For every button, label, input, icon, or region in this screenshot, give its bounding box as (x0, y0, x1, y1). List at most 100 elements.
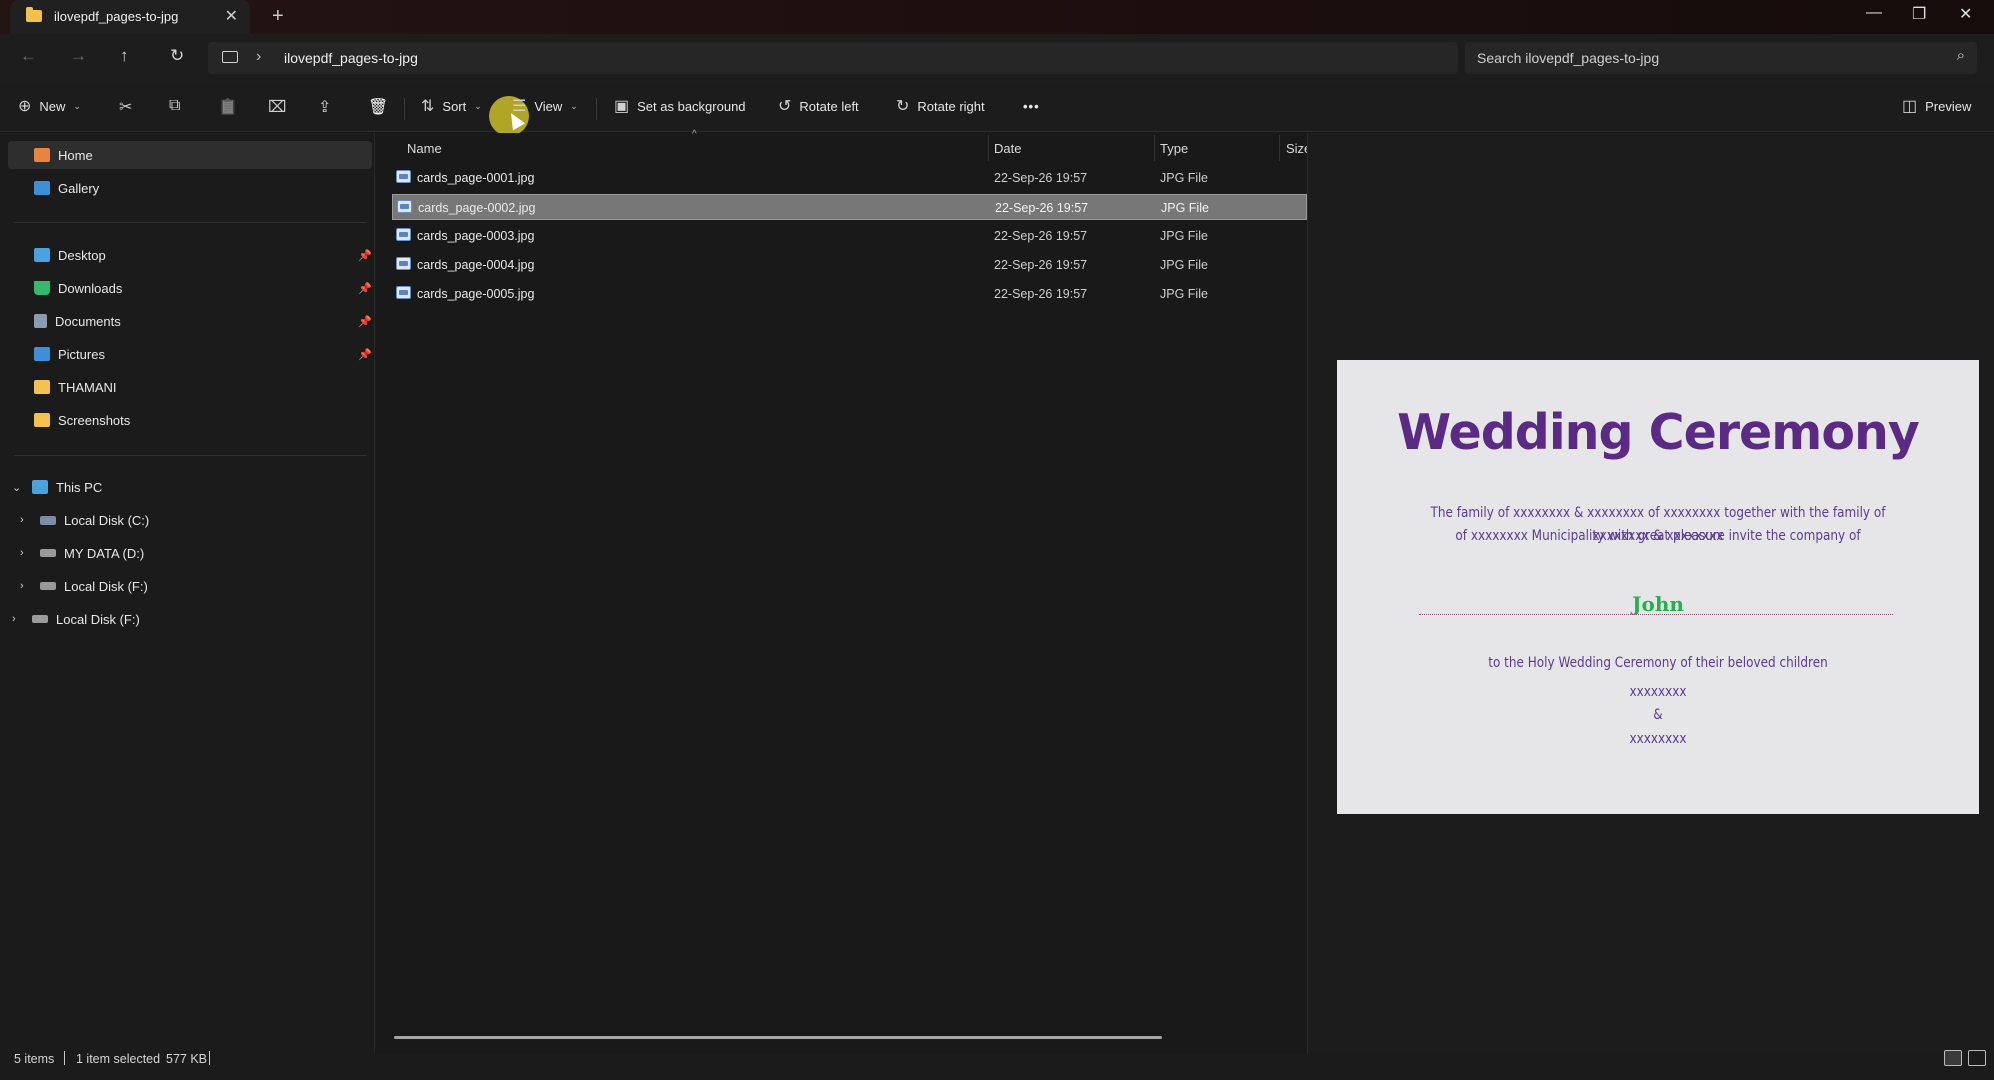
status-divider (64, 1051, 65, 1065)
file-type: JPG File (1160, 229, 1208, 243)
tab-close-icon[interactable]: ✕ (225, 6, 238, 26)
file-row[interactable]: cards_page-0001.jpg 22-Sep-26 19:57 JPG … (392, 165, 1307, 191)
column-header-type[interactable]: Type (1160, 141, 1188, 156)
sidebar-item-label: Local Disk (F:) (64, 578, 148, 594)
column-divider[interactable] (988, 135, 989, 161)
status-divider (209, 1051, 210, 1065)
toolbar-divider (596, 98, 597, 120)
copy-icon[interactable]: ⧉ (169, 97, 180, 115)
drive-icon (40, 582, 56, 590)
sort-button[interactable]: ⇅ Sort ⌄ (421, 96, 482, 116)
new-icon: ⊕ (18, 98, 32, 115)
view-label: View (534, 98, 563, 114)
rotate-left-button[interactable]: ↺ Rotate left (778, 96, 859, 116)
chevron-right-icon[interactable]: › (20, 547, 32, 559)
rotate-left-icon: ↺ (778, 98, 792, 115)
chevron-right-icon[interactable]: › (20, 580, 32, 592)
delete-icon[interactable]: 🗑 (368, 97, 388, 117)
pin-icon[interactable]: 📌 (358, 315, 372, 328)
refresh-icon[interactable]: ↻ (170, 46, 184, 66)
search-icon[interactable]: ⌕ (1957, 47, 1965, 64)
status-bar (0, 1053, 1994, 1080)
close-window-button[interactable]: ✕ (1959, 4, 1972, 24)
preview-button[interactable]: ◫ Preview (1902, 96, 1971, 116)
back-icon[interactable]: ← (20, 46, 37, 66)
paste-icon[interactable]: 📋 (218, 97, 238, 117)
file-row-selected[interactable]: cards_page-0002.jpg 22-Sep-26 19:57 JPG … (392, 194, 1307, 220)
sidebar-item-this-pc[interactable]: ⌄ This PC (12, 473, 102, 501)
file-name: cards_page-0003.jpg (417, 229, 535, 243)
file-row[interactable]: cards_page-0004.jpg 22-Sep-26 19:57 JPG … (392, 252, 1307, 278)
rotate-right-button[interactable]: ↻ Rotate right (896, 96, 985, 116)
preview-text-line: xxxxxxxx (1629, 731, 1687, 747)
command-bar (0, 82, 1994, 132)
new-tab-button[interactable]: + (272, 5, 284, 28)
item-count: 5 items (14, 1052, 55, 1066)
selection-size: 577 KB (166, 1052, 208, 1066)
chevron-right-icon[interactable]: › (20, 514, 32, 526)
selection-count: 1 item selected (76, 1052, 161, 1066)
pin-icon[interactable]: 📌 (358, 282, 372, 295)
sidebar-item-local-disk-c[interactable]: › Local Disk (C:) (20, 506, 149, 534)
sidebar-item-local-disk-f[interactable]: › Local Disk (F:) (20, 572, 148, 600)
sidebar-item-downloads[interactable]: Downloads (34, 274, 122, 302)
tiles-view-icon[interactable] (1968, 1050, 1986, 1066)
sidebar-item-desktop[interactable]: Desktop (34, 241, 106, 269)
maximize-button[interactable]: ❐ (1912, 4, 1926, 24)
sidebar-item-label: Home (58, 147, 93, 163)
chevron-right-icon[interactable]: › (256, 48, 261, 66)
breadcrumb-folder[interactable]: ilovepdf_pages-to-jpg (284, 50, 418, 66)
column-divider[interactable] (1279, 135, 1280, 161)
sidebar-item-local-disk-f-removable[interactable]: › Local Disk (F:) (12, 605, 140, 633)
details-view-icon[interactable] (1944, 1050, 1962, 1066)
search-box[interactable]: ⌕ (1465, 42, 1977, 74)
forward-icon[interactable]: → (70, 46, 87, 66)
download-icon (34, 281, 50, 295)
file-type: JPG File (1160, 171, 1208, 185)
sidebar-item-label: Downloads (58, 280, 123, 296)
search-input[interactable] (1477, 48, 1937, 68)
sidebar-item-label: THAMANI (58, 379, 117, 395)
minimize-button[interactable]: — (1866, 4, 1882, 22)
chevron-right-icon[interactable]: › (12, 613, 24, 625)
new-button[interactable]: ⊕ New ⌄ (18, 96, 81, 116)
rename-icon[interactable]: ⌧ (268, 97, 286, 117)
file-row[interactable]: cards_page-0003.jpg 22-Sep-26 19:57 JPG … (392, 223, 1307, 249)
file-row[interactable]: cards_page-0005.jpg 22-Sep-26 19:57 JPG … (392, 281, 1307, 307)
sidebar-item-gallery[interactable]: Gallery (34, 174, 99, 202)
new-label: New (39, 98, 66, 114)
column-header-name[interactable]: Name (407, 141, 442, 156)
file-date: 22-Sep-26 19:57 (994, 229, 1088, 243)
address-bar[interactable]: › ilovepdf_pages-to-jpg (208, 42, 1458, 74)
sidebar-item-thamani[interactable]: THAMANI (34, 373, 117, 401)
file-type: JPG File (1160, 287, 1208, 301)
sidebar-item-label: Gallery (58, 180, 100, 196)
file-type: JPG File (1161, 201, 1209, 215)
up-icon[interactable]: ↑ (120, 46, 129, 66)
browser-tab[interactable]: ilovepdf_pages-to-jpg ✕ (10, 0, 250, 34)
preview-text-line: of xxxxxxxx Municipality with great plea… (1455, 528, 1861, 544)
column-header-date[interactable]: Date (994, 141, 1021, 156)
preview-pane-icon: ◫ (1902, 98, 1918, 115)
sidebar-item-documents[interactable]: Documents (34, 307, 121, 335)
more-options-button[interactable]: ••• (1023, 96, 1040, 116)
set-as-background-button[interactable]: ▣ Set as background (614, 96, 746, 116)
image-file-icon (396, 170, 411, 183)
column-divider[interactable] (1154, 135, 1155, 161)
file-name: cards_page-0005.jpg (417, 287, 535, 301)
pin-icon[interactable]: 📌 (358, 249, 372, 262)
horizontal-scrollbar[interactable] (394, 1036, 1162, 1039)
file-date: 22-Sep-26 19:57 (994, 171, 1088, 185)
sidebar-item-my-data-d[interactable]: › MY DATA (D:) (20, 539, 144, 567)
sidebar-item-pictures[interactable]: Pictures (34, 340, 105, 368)
sidebar-item-home[interactable]: Home (8, 141, 372, 169)
chevron-down-icon[interactable]: ⌄ (12, 481, 24, 494)
sidebar-item-screenshots[interactable]: Screenshots (34, 406, 130, 434)
image-file-icon (396, 228, 411, 241)
sidebar-divider (14, 222, 366, 223)
view-button[interactable]: ☰ View ⌄ (512, 96, 578, 116)
share-icon[interactable]: ⇪ (318, 97, 331, 117)
cut-icon[interactable]: ✂ (119, 97, 132, 117)
pin-icon[interactable]: 📌 (358, 348, 372, 361)
preview-text-line: to the Holy Wedding Ceremony of their be… (1488, 655, 1828, 671)
